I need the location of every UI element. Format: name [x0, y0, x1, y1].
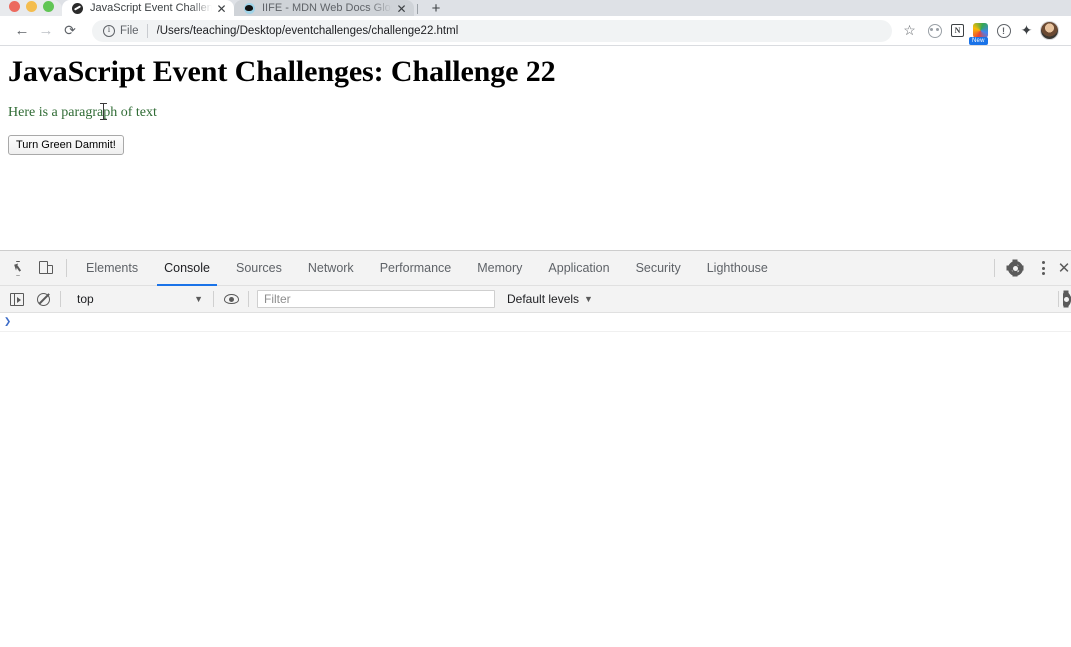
console-settings-gear-icon[interactable]	[1063, 290, 1071, 308]
tab-lighthouse[interactable]: Lighthouse	[694, 251, 781, 286]
log-levels-label: Default levels	[507, 292, 580, 306]
page-paragraph-text: Here is a paragraph of text	[8, 105, 157, 120]
tab-elements[interactable]: Elements	[73, 251, 151, 286]
close-tab-2-icon[interactable]: ✕	[395, 2, 408, 16]
browser-window: JavaScript Event Challenges: C ✕ IIFE - …	[0, 0, 1071, 647]
devtools-right-separator	[994, 259, 995, 277]
console-toolbar-separator-1	[60, 291, 61, 307]
tab-sources[interactable]: Sources	[223, 251, 295, 286]
eye-icon[interactable]	[218, 286, 244, 312]
page-title: JavaScript Event Challenges: Challenge 2…	[8, 55, 556, 88]
reload-button[interactable]: ⟳	[58, 19, 82, 43]
settings-gear-icon[interactable]	[1001, 254, 1029, 282]
console-toolbar-separator-4	[1058, 291, 1059, 307]
browser-toolbar: ← → ⟳ File /Users/teaching/Desktop/event…	[0, 16, 1071, 46]
turn-green-button[interactable]: Turn Green Dammit!	[8, 135, 124, 155]
url-text: /Users/teaching/Desktop/eventchallenges/…	[156, 24, 459, 37]
profile-avatar[interactable]	[1038, 19, 1061, 42]
zoom-window-button[interactable]	[43, 0, 54, 12]
javascript-context-select[interactable]: top ▼	[69, 289, 209, 309]
devtools-panel: Elements Console Sources Network Perform…	[0, 250, 1071, 647]
console-output[interactable]: ❯	[0, 313, 1071, 647]
devtools-toolbar-separator	[66, 259, 67, 277]
tab-memory[interactable]: Memory	[464, 251, 535, 286]
chevron-down-icon: ▼	[194, 294, 203, 304]
clear-console-icon[interactable]	[30, 286, 56, 312]
browser-tab-2[interactable]: IIFE - MDN Web Docs Glossary ✕	[234, 0, 414, 16]
tab-separator	[417, 4, 418, 14]
console-toolbar-right	[1054, 290, 1071, 308]
console-toolbar: top ▼ Default levels ▼	[0, 286, 1071, 313]
close-tab-1-icon[interactable]: ✕	[215, 2, 228, 16]
tab-security[interactable]: Security	[623, 251, 694, 286]
browser-tab-2-title: IIFE - MDN Web Docs Glossary	[262, 2, 392, 14]
console-filter-input[interactable]	[257, 290, 495, 308]
minimize-window-button[interactable]	[26, 0, 37, 12]
text-cursor-icon	[100, 103, 107, 121]
url-scheme-label: File	[120, 24, 139, 37]
page-viewport: JavaScript Event Challenges: Challenge 2…	[0, 47, 1071, 250]
close-devtools-icon[interactable]: ✕	[1057, 254, 1071, 282]
bookmark-star-icon[interactable]: ☆	[898, 19, 921, 42]
console-prompt-chevron-icon: ❯	[4, 315, 12, 329]
device-toolbar-icon[interactable]	[32, 254, 60, 282]
devtools-tab-bar: Elements Console Sources Network Perform…	[0, 251, 1071, 286]
devtools-tabbar-right: ✕	[988, 254, 1071, 282]
inspect-element-icon[interactable]	[4, 254, 32, 282]
tab-console[interactable]: Console	[151, 251, 223, 286]
exclamation-circle-icon[interactable]: !	[992, 19, 1015, 42]
console-toolbar-separator-2	[213, 291, 214, 307]
address-bar[interactable]: File /Users/teaching/Desktop/eventchalle…	[92, 19, 892, 42]
page-paragraph: Here is a paragraph of text	[8, 103, 157, 121]
log-levels-select[interactable]: Default levels ▼	[507, 292, 593, 306]
dark-circle-favicon	[72, 3, 83, 14]
rainbow-extension-icon[interactable]: New	[969, 19, 992, 45]
forward-button[interactable]: →	[34, 19, 58, 43]
info-circle-icon[interactable]	[103, 24, 115, 37]
more-options-kebab-icon[interactable]	[1029, 254, 1057, 282]
tab-strip: JavaScript Event Challenges: C ✕ IIFE - …	[0, 0, 1071, 16]
window-controls	[0, 0, 62, 16]
chevron-down-icon: ▼	[584, 294, 593, 304]
browser-tab-1[interactable]: JavaScript Event Challenges: C ✕	[62, 0, 234, 16]
javascript-context-value: top	[77, 292, 94, 306]
console-sidebar-toggle-icon[interactable]	[4, 286, 30, 312]
mdn-favicon	[244, 3, 255, 14]
omnibox-divider	[146, 23, 148, 38]
extension-circle-icon[interactable]	[923, 19, 946, 42]
tab-network[interactable]: Network	[295, 251, 367, 286]
new-badge: New	[969, 37, 988, 45]
notion-extension-icon[interactable]: N	[946, 19, 969, 42]
close-window-button[interactable]	[9, 0, 20, 12]
console-toolbar-separator-3	[248, 291, 249, 307]
tab-application[interactable]: Application	[535, 251, 622, 286]
console-prompt-row[interactable]: ❯	[0, 313, 1071, 332]
back-button[interactable]: ←	[10, 19, 34, 43]
tab-performance[interactable]: Performance	[367, 251, 465, 286]
extensions-puzzle-icon[interactable]: ✦	[1015, 19, 1038, 42]
browser-tab-1-title: JavaScript Event Challenges: C	[90, 2, 212, 14]
new-tab-button[interactable]: +	[425, 0, 447, 16]
